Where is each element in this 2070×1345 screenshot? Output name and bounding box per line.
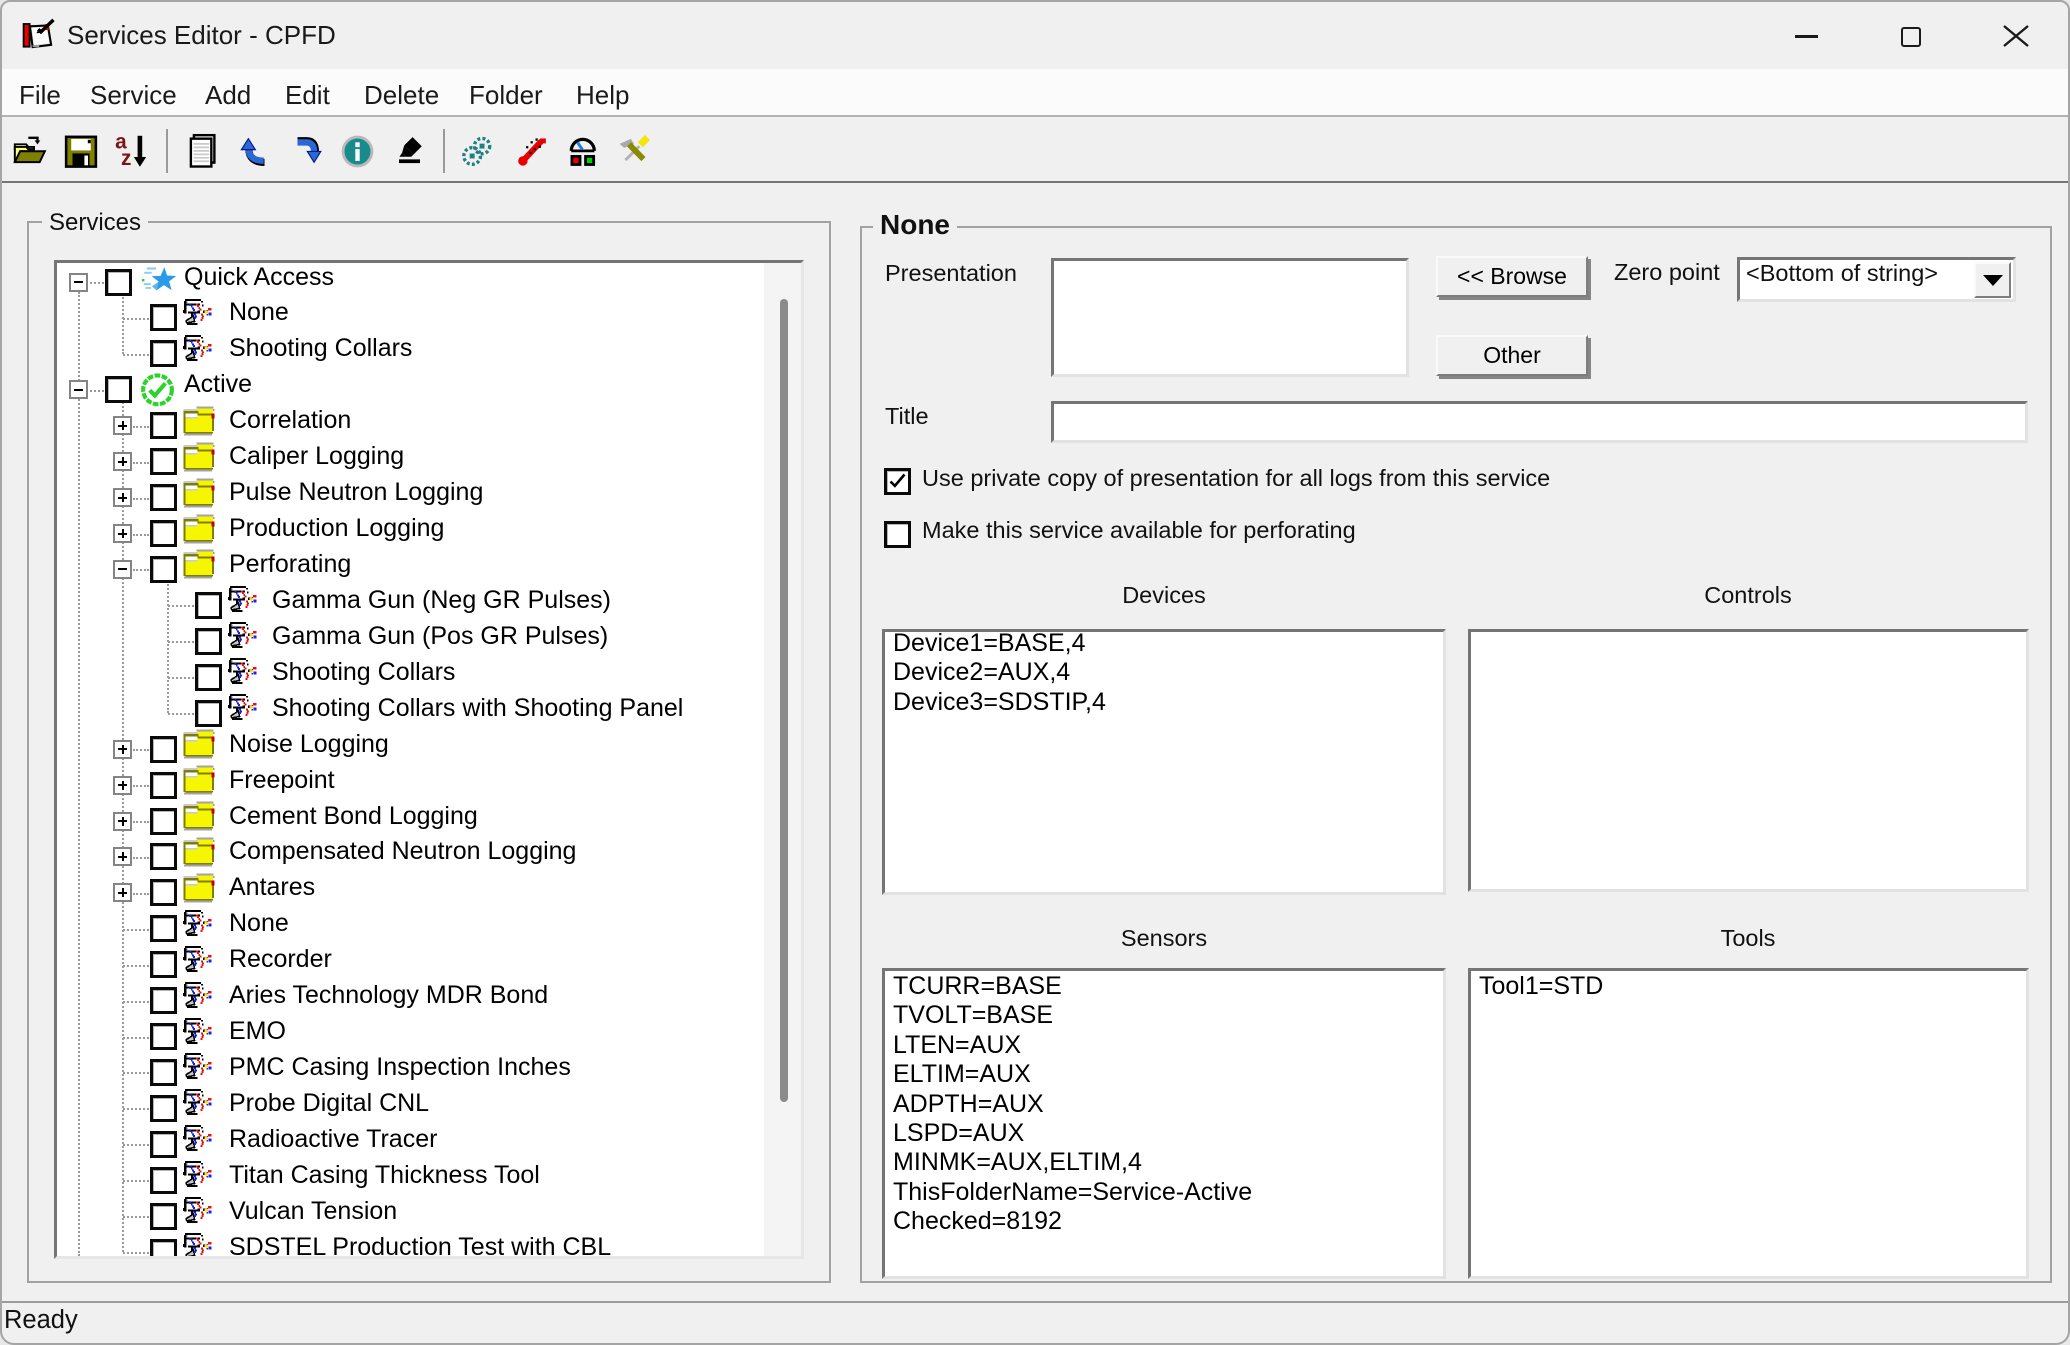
svg-text:z: z bbox=[121, 147, 131, 170]
